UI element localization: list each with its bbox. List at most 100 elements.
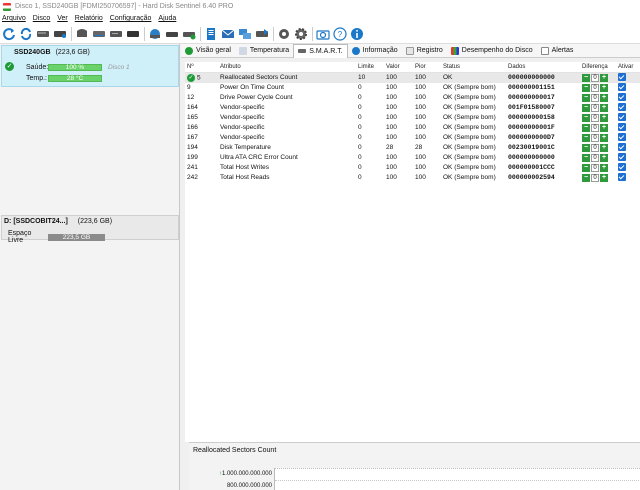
tab-information[interactable]: Informação: [348, 44, 402, 58]
enable-checkbox[interactable]: [618, 102, 626, 111]
table-row[interactable]: 166 Vendor-specific 0 100 100 OK (Sempre bom)…: [185, 122, 640, 133]
menu-configuracao[interactable]: Configuração: [110, 15, 152, 22]
row-difference: −0 +: [580, 72, 616, 83]
row-threshold: 0: [358, 124, 362, 131]
tab-log[interactable]: Registro: [402, 44, 447, 58]
send-icon[interactable]: [255, 27, 269, 41]
enable-checkbox[interactable]: [618, 92, 626, 101]
disk-drive-icon[interactable]: [36, 27, 50, 41]
col-attribute[interactable]: Atributo: [218, 62, 356, 73]
gear-icon[interactable]: [294, 27, 308, 41]
table-row[interactable]: 194 Disk Temperature 0 28 28 OK (Sempre bom) 0…: [185, 142, 640, 153]
tab-overview[interactable]: Visão geral: [181, 44, 235, 58]
increase-button[interactable]: +: [600, 83, 608, 92]
decrease-button[interactable]: −: [582, 173, 590, 182]
increase-button[interactable]: +: [600, 143, 608, 152]
volume-name: D: [SSDCOBIT24...]: [4, 218, 68, 225]
enable-checkbox[interactable]: [618, 172, 626, 181]
tab-temperature[interactable]: Temperatura: [235, 44, 293, 58]
tab-smart[interactable]: S.M.A.R.T.: [293, 43, 348, 58]
table-row[interactable]: 12 Drive Power Cycle Count 0 100 100 OK (Semp…: [185, 92, 640, 103]
decrease-button[interactable]: −: [582, 133, 590, 142]
col-number[interactable]: Nº: [185, 62, 218, 73]
decrease-button[interactable]: −: [582, 163, 590, 172]
network-icon[interactable]: [238, 27, 252, 41]
col-data[interactable]: Dados: [506, 62, 580, 73]
drive-check-icon[interactable]: [182, 27, 196, 41]
disk-card[interactable]: SSD240GB (223,6 GB) ✓ Saúde: 100 % Disco …: [1, 45, 179, 87]
disk-info-icon[interactable]: [53, 27, 67, 41]
decrease-button[interactable]: −: [582, 153, 590, 162]
table-row[interactable]: 165 Vendor-specific 0 100 100 OK (Sempre bom)…: [185, 112, 640, 123]
increase-button[interactable]: +: [600, 93, 608, 102]
table-row[interactable]: 242 Total Host Reads 0 100 100 OK (Sempre bom…: [185, 172, 640, 183]
disk-write-icon[interactable]: [92, 27, 106, 41]
enable-checkbox[interactable]: [618, 142, 626, 151]
disk-surface-icon[interactable]: [126, 27, 140, 41]
menu-arquivo[interactable]: Arquivo: [2, 15, 26, 22]
row-status: OK (Sempre bom): [443, 104, 496, 111]
tab-alerts[interactable]: Alertas: [537, 44, 578, 58]
increase-button[interactable]: +: [600, 113, 608, 122]
volume-card[interactable]: D: [SSDCOBIT24...] (223,6 GB) Espaço Livr…: [1, 215, 179, 244]
camera-icon[interactable]: [316, 27, 330, 41]
menu-disco[interactable]: Disco: [33, 15, 51, 22]
decrease-button[interactable]: −: [582, 123, 590, 132]
sync-icon[interactable]: [19, 27, 33, 41]
table-row[interactable]: 164 Vendor-specific 0 100 100 OK (Sempre bom)…: [185, 102, 640, 113]
table-row[interactable]: ✓ 5 Reallocated Sectors Count 10 100 100 OK 000…: [185, 72, 640, 83]
increase-button[interactable]: +: [600, 173, 608, 182]
col-difference[interactable]: Diferença: [580, 62, 616, 73]
col-threshold[interactable]: Limite: [356, 62, 384, 73]
table-row[interactable]: 199 Ultra ATA CRC Error Count 0 100 100 OK (S…: [185, 152, 640, 163]
increase-button[interactable]: +: [600, 103, 608, 112]
increase-button[interactable]: +: [600, 163, 608, 172]
enable-checkbox[interactable]: [618, 162, 626, 171]
tab-performance[interactable]: Desempenho do Disco: [447, 44, 537, 58]
decrease-button[interactable]: −: [582, 73, 590, 82]
disk-title: SSD240GB (223,6 GB): [14, 49, 90, 56]
decrease-button[interactable]: −: [582, 143, 590, 152]
help-icon[interactable]: ?: [333, 26, 347, 41]
mail-icon[interactable]: [221, 27, 235, 41]
enable-checkbox[interactable]: [618, 122, 626, 131]
report-icon[interactable]: [204, 27, 218, 41]
menu-ver[interactable]: Ver: [57, 15, 68, 22]
increase-button[interactable]: +: [600, 73, 608, 82]
increase-button[interactable]: +: [600, 153, 608, 162]
app-icon: [3, 2, 11, 11]
decrease-button[interactable]: −: [582, 103, 590, 112]
increase-button[interactable]: +: [600, 123, 608, 132]
decrease-button[interactable]: −: [582, 113, 590, 122]
table-row[interactable]: 9 Power On Time Count 0 100 100 OK (Sempre bo…: [185, 82, 640, 93]
enable-checkbox[interactable]: [618, 82, 626, 91]
col-enable[interactable]: Ativar: [616, 62, 640, 73]
info-icon[interactable]: [350, 27, 364, 41]
drive-icon[interactable]: [165, 27, 179, 41]
increase-button[interactable]: +: [600, 133, 608, 142]
enable-checkbox[interactable]: [618, 72, 626, 81]
row-value: 100: [386, 164, 397, 171]
row-attribute: Total Host Writes: [220, 164, 270, 171]
table-row[interactable]: 241 Total Host Writes 0 100 100 OK (Sempre bo…: [185, 162, 640, 173]
health-row: Saúde: 100 % Disco 1: [26, 63, 130, 71]
enable-checkbox[interactable]: [618, 152, 626, 161]
col-worst[interactable]: Pior: [413, 62, 441, 73]
refresh-icon[interactable]: [2, 27, 16, 41]
menu-relatorio[interactable]: Relatório: [75, 15, 103, 22]
settings-icon[interactable]: [277, 27, 291, 41]
menu-ajuda[interactable]: Ajuda: [158, 15, 176, 22]
row-enable: [616, 102, 640, 113]
enable-checkbox[interactable]: [618, 132, 626, 141]
col-status[interactable]: Status: [441, 62, 506, 73]
enable-checkbox[interactable]: [618, 112, 626, 121]
decrease-button[interactable]: −: [582, 83, 590, 92]
decrease-button[interactable]: −: [582, 93, 590, 102]
table-row[interactable]: 167 Vendor-specific 0 100 100 OK (Sempre bom)…: [185, 132, 640, 143]
disk-test-icon[interactable]: [109, 27, 123, 41]
row-number: 166: [187, 124, 198, 131]
tab-label: Desempenho do Disco: [461, 47, 533, 54]
drive-monitor-icon[interactable]: [148, 27, 162, 41]
disk-read-icon[interactable]: [75, 27, 89, 41]
col-value[interactable]: Valor: [384, 62, 413, 73]
